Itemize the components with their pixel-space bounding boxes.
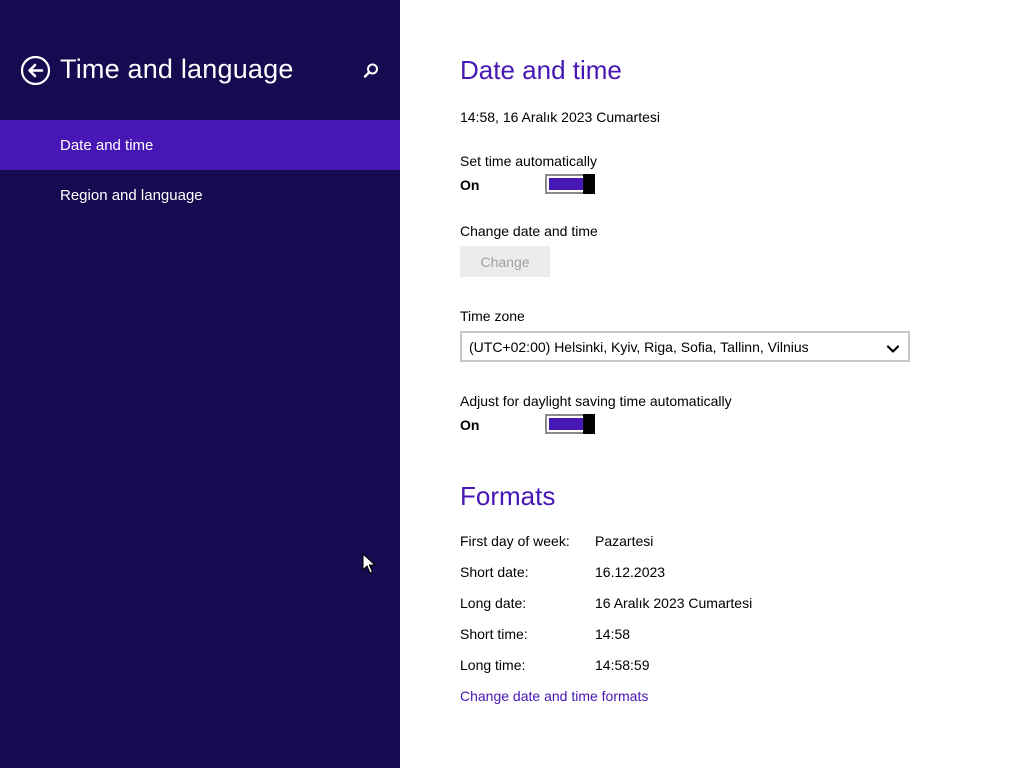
format-value: Pazartesi <box>595 533 654 549</box>
sidebar-item-date-and-time[interactable]: Date and time <box>0 120 400 170</box>
formats-heading: Formats <box>460 481 556 511</box>
format-value: 16 Aralık 2023 Cumartesi <box>595 595 753 611</box>
search-icon[interactable] <box>361 61 381 81</box>
time-zone-value: (UTC+02:00) Helsinki, Kyiv, Riga, Sofia,… <box>469 338 809 355</box>
toggle-thumb <box>583 174 595 194</box>
format-label: Short date: <box>460 564 529 580</box>
format-label: Short time: <box>460 626 528 642</box>
date-and-time-heading: Date and time <box>460 55 622 85</box>
sidebar-item-label: Region and language <box>60 186 203 204</box>
sidebar-item-label: Date and time <box>60 136 154 154</box>
format-label: Long time: <box>460 657 526 673</box>
main-panel: Date and time 14:58, 16 Aralık 2023 Cuma… <box>400 0 1024 768</box>
daylight-saving-toggle[interactable] <box>545 414 595 434</box>
format-value: 14:58 <box>595 626 631 642</box>
sidebar: Time and language Date and time Region a… <box>0 0 400 768</box>
set-time-automatically-label: Set time automatically <box>460 153 597 169</box>
back-arrow-icon[interactable] <box>20 55 51 86</box>
set-time-automatically-toggle[interactable] <box>545 174 595 194</box>
change-formats-link[interactable]: Change date and time formats <box>460 688 648 704</box>
change-date-time-label: Change date and time <box>460 223 598 239</box>
daylight-saving-state: On <box>460 417 480 433</box>
set-time-automatically-state: On <box>460 177 480 193</box>
toggle-thumb <box>583 414 595 434</box>
toggle-fill <box>549 418 584 430</box>
format-value: 16.12.2023 <box>595 564 666 580</box>
format-label: First day of week: <box>460 533 570 549</box>
toggle-fill <box>549 178 584 190</box>
format-value: 14:58:59 <box>595 657 650 673</box>
change-button[interactable]: Change <box>460 246 550 277</box>
daylight-saving-label: Adjust for daylight saving time automati… <box>460 393 732 409</box>
mouse-pointer-icon <box>362 553 376 575</box>
sidebar-item-region-and-language[interactable]: Region and language <box>0 170 400 220</box>
sidebar-title: Time and language <box>60 54 294 84</box>
format-label: Long date: <box>460 595 527 611</box>
time-zone-dropdown[interactable]: (UTC+02:00) Helsinki, Kyiv, Riga, Sofia,… <box>460 331 910 362</box>
current-date-time: 14:58, 16 Aralık 2023 Cumartesi <box>460 109 661 125</box>
time-zone-label: Time zone <box>460 308 525 324</box>
chevron-down-icon <box>886 341 900 353</box>
